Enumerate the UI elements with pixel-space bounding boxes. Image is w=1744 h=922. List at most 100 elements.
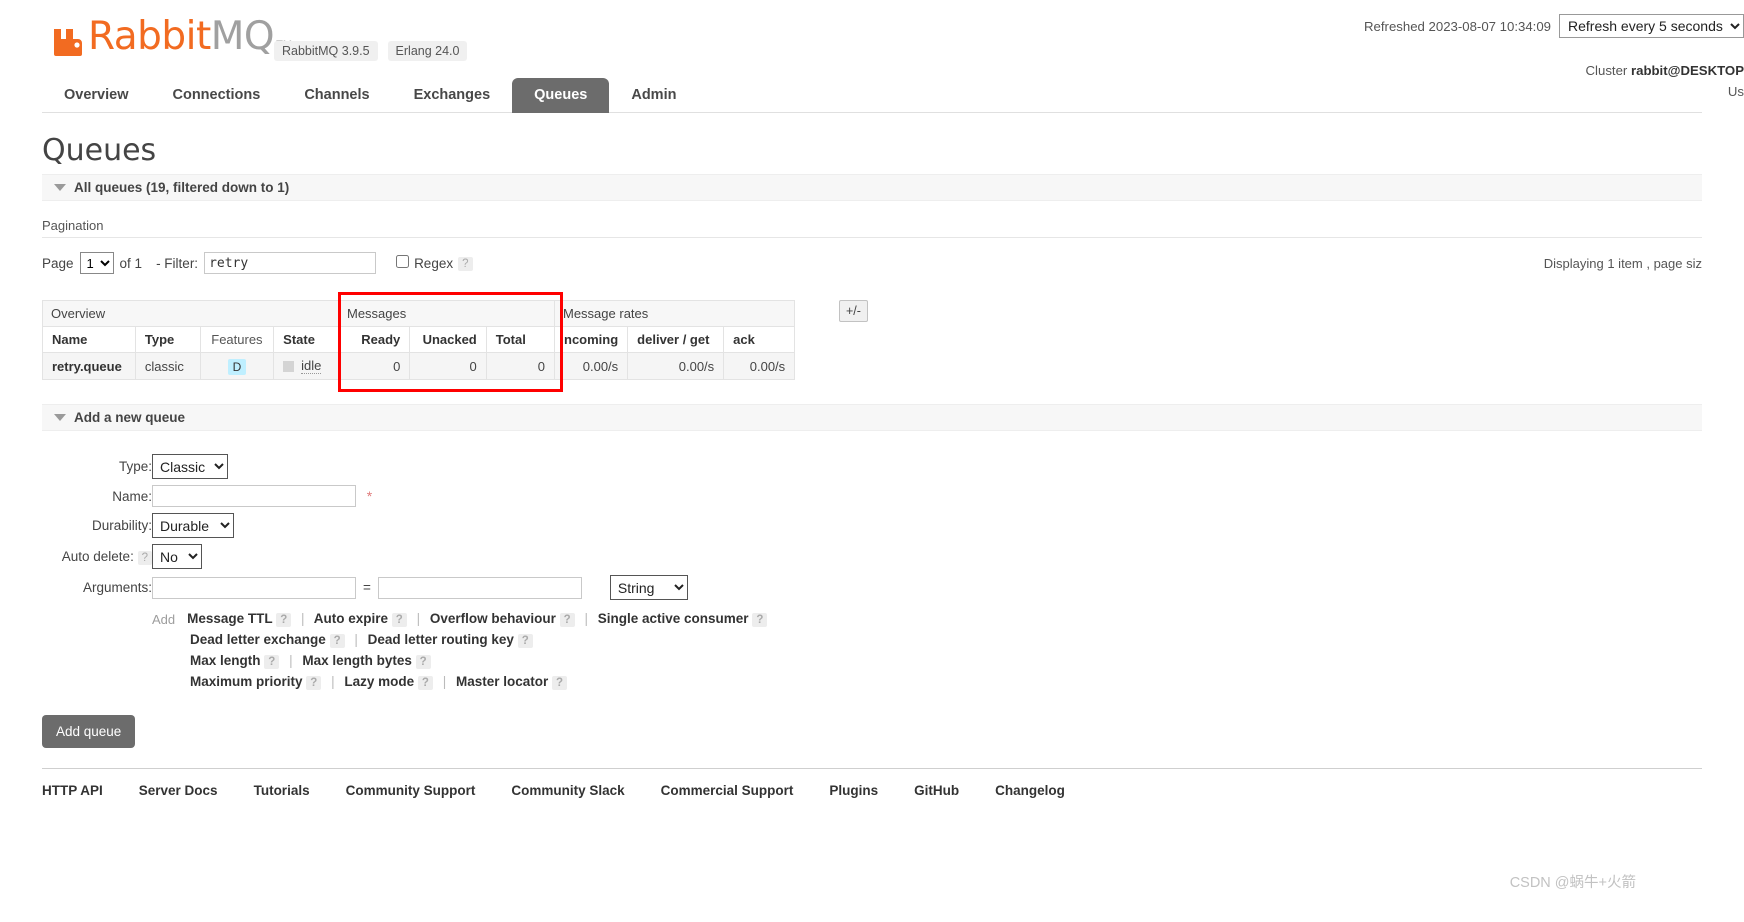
dead-letter-routing-key-help-icon[interactable]: ? (517, 634, 533, 648)
footer-link-http-api[interactable]: HTTP API (42, 783, 103, 798)
refreshed-timestamp: Refreshed 2023-08-07 10:34:09 (1364, 18, 1551, 34)
single-active-consumer-help-icon[interactable]: ? (752, 613, 768, 627)
collapse-triangle-icon[interactable] (54, 184, 66, 191)
rabbit-logo-icon (52, 20, 86, 56)
footer-link-community-support[interactable]: Community Support (346, 783, 476, 798)
group-message-rates: Message rates (553, 300, 796, 327)
col-ready[interactable]: Ready (337, 326, 411, 353)
preset-separator: | (354, 632, 358, 647)
col-unacked[interactable]: Unacked (409, 326, 487, 353)
state-indicator-icon (283, 360, 295, 372)
pagination-divider (42, 237, 1702, 238)
preset-dead-letter-exchange[interactable]: Dead letter exchange (190, 632, 326, 647)
col-incoming[interactable]: ncoming (553, 326, 629, 353)
tab-overview[interactable]: Overview (42, 78, 151, 113)
collapse-triangle-icon[interactable] (54, 414, 66, 421)
add-queue-title: Add a new queue (74, 410, 186, 425)
argument-key-input[interactable] (152, 576, 356, 599)
queue-type-select[interactable]: Classic (152, 454, 228, 479)
queue-name-input[interactable] (152, 485, 356, 507)
preset-overflow-behaviour[interactable]: Overflow behaviour (430, 611, 556, 626)
preset-dead-letter-routing-key[interactable]: Dead letter routing key (368, 632, 514, 647)
regex-checkbox[interactable] (396, 255, 410, 268)
page-label: Page (42, 255, 74, 271)
toggle-columns-button[interactable]: +/- (839, 300, 868, 322)
table-group-header-row: Overview Messages Message rates (42, 300, 796, 327)
table-row[interactable]: retry.queue classic D idle 0 0 0 0.00/s (42, 352, 796, 380)
footer-link-commercial-support[interactable]: Commercial Support (661, 783, 794, 798)
regex-help-icon[interactable]: ? (458, 257, 473, 271)
preset-group-2: Dead letter exchange ? | Dead letter rou… (190, 632, 533, 648)
cell-rate-deliver-get: 0.00/s (627, 352, 725, 380)
arguments-equals-sign: = (363, 580, 371, 595)
filter-input[interactable] (204, 252, 377, 274)
displaying-count: Displaying 1 item , page siz (1543, 255, 1702, 271)
autodelete-field-cell: No (152, 541, 767, 572)
footer-link-server-docs[interactable]: Server Docs (139, 783, 218, 798)
cluster-name: rabbit@DESKTOP (1630, 63, 1744, 78)
col-total[interactable]: Total (485, 326, 556, 353)
user-label: Us (1727, 84, 1744, 99)
auto-expire-help-icon[interactable]: ? (391, 613, 407, 627)
tab-channels[interactable]: Channels (282, 78, 391, 113)
autodelete-label: Auto delete: (61, 548, 134, 564)
presets-cell-1: Add Message TTL ? | Auto expire ? | Over… (152, 603, 768, 693)
maximum-priority-help-icon[interactable]: ? (306, 676, 322, 690)
master-locator-help-icon[interactable]: ? (552, 676, 568, 690)
footer-link-github[interactable]: GitHub (914, 783, 959, 798)
preset-separator: | (300, 611, 305, 626)
col-deliver-get[interactable]: deliver / get (627, 326, 725, 353)
preset-max-length[interactable]: Max length (190, 653, 261, 668)
refresh-interval-select[interactable]: Refresh every 5 seconds (1559, 14, 1744, 38)
argument-type-select[interactable]: String (609, 575, 688, 600)
dead-letter-exchange-help-icon[interactable]: ? (329, 634, 345, 648)
add-queue-form: Type: Classic Name: * Durability: Durabl… (42, 451, 768, 693)
type-label: Type: (118, 459, 152, 474)
regex-toggle-group: Regex ? (396, 255, 473, 271)
add-argument-link[interactable]: Add (152, 612, 175, 627)
preset-lazy-mode[interactable]: Lazy mode (344, 674, 414, 689)
rabbitmq-logo[interactable]: RabbitMQTM (52, 17, 292, 56)
add-queue-section-header[interactable]: Add a new queue (42, 404, 1702, 431)
col-type[interactable]: Type (134, 326, 201, 353)
argument-value-input[interactable] (377, 576, 582, 599)
preset-message-ttl[interactable]: Message TTL (187, 611, 272, 626)
cell-messages-unacked: 0 (409, 352, 487, 380)
pagination-label: Pagination (42, 218, 104, 233)
filter-row: Page 1 of 1 - Filter: Regex ? Displaying… (42, 252, 1702, 274)
preset-max-length-bytes[interactable]: Max length bytes (302, 653, 412, 668)
col-name[interactable]: Name (42, 326, 136, 353)
page-header: RabbitMQTM RabbitMQ 3.9.5 Erlang 24.0 Re… (0, 0, 1744, 99)
footer-link-tutorials[interactable]: Tutorials (254, 783, 310, 798)
autodelete-select[interactable]: No (152, 544, 202, 569)
col-ack[interactable]: ack (723, 326, 796, 353)
footer-link-community-slack[interactable]: Community Slack (511, 783, 624, 798)
overflow-behaviour-help-icon[interactable]: ? (559, 613, 575, 627)
max-length-bytes-help-icon[interactable]: ? (415, 655, 431, 669)
all-queues-section-header[interactable]: All queues (19, filtered down to 1) (42, 174, 1702, 201)
lazy-mode-help-icon[interactable]: ? (417, 676, 433, 690)
tab-admin[interactable]: Admin (609, 78, 698, 113)
durability-select[interactable]: Durable (152, 513, 234, 538)
group-messages: Messages (338, 300, 555, 327)
col-state[interactable]: State (273, 326, 339, 353)
page-number-select[interactable]: 1 (79, 252, 114, 274)
add-queue-button[interactable]: Add queue (42, 715, 136, 748)
tab-exchanges[interactable]: Exchanges (392, 78, 513, 113)
preset-auto-expire[interactable]: Auto expire (314, 611, 388, 626)
autodelete-help-icon[interactable]: ? (137, 550, 152, 565)
preset-single-active-consumer[interactable]: Single active consumer (598, 611, 749, 626)
footer-link-changelog[interactable]: Changelog (995, 783, 1065, 798)
autodelete-label-cell: Auto delete: ? (42, 541, 152, 572)
cluster-info: Cluster rabbit@DESKTOP (1364, 63, 1744, 78)
cell-queue-name[interactable]: retry.queue (42, 352, 136, 380)
main-navigation: Overview Connections Channels Exchanges … (42, 78, 1702, 113)
preset-master-locator[interactable]: Master locator (456, 674, 548, 689)
preset-maximum-priority[interactable]: Maximum priority (190, 674, 303, 689)
message-ttl-help-icon[interactable]: ? (276, 613, 292, 627)
name-label: Name: (112, 488, 152, 504)
max-length-help-icon[interactable]: ? (264, 655, 280, 669)
tab-queues[interactable]: Queues (512, 78, 610, 113)
tab-connections[interactable]: Connections (151, 78, 283, 113)
footer-link-plugins[interactable]: Plugins (829, 783, 878, 798)
